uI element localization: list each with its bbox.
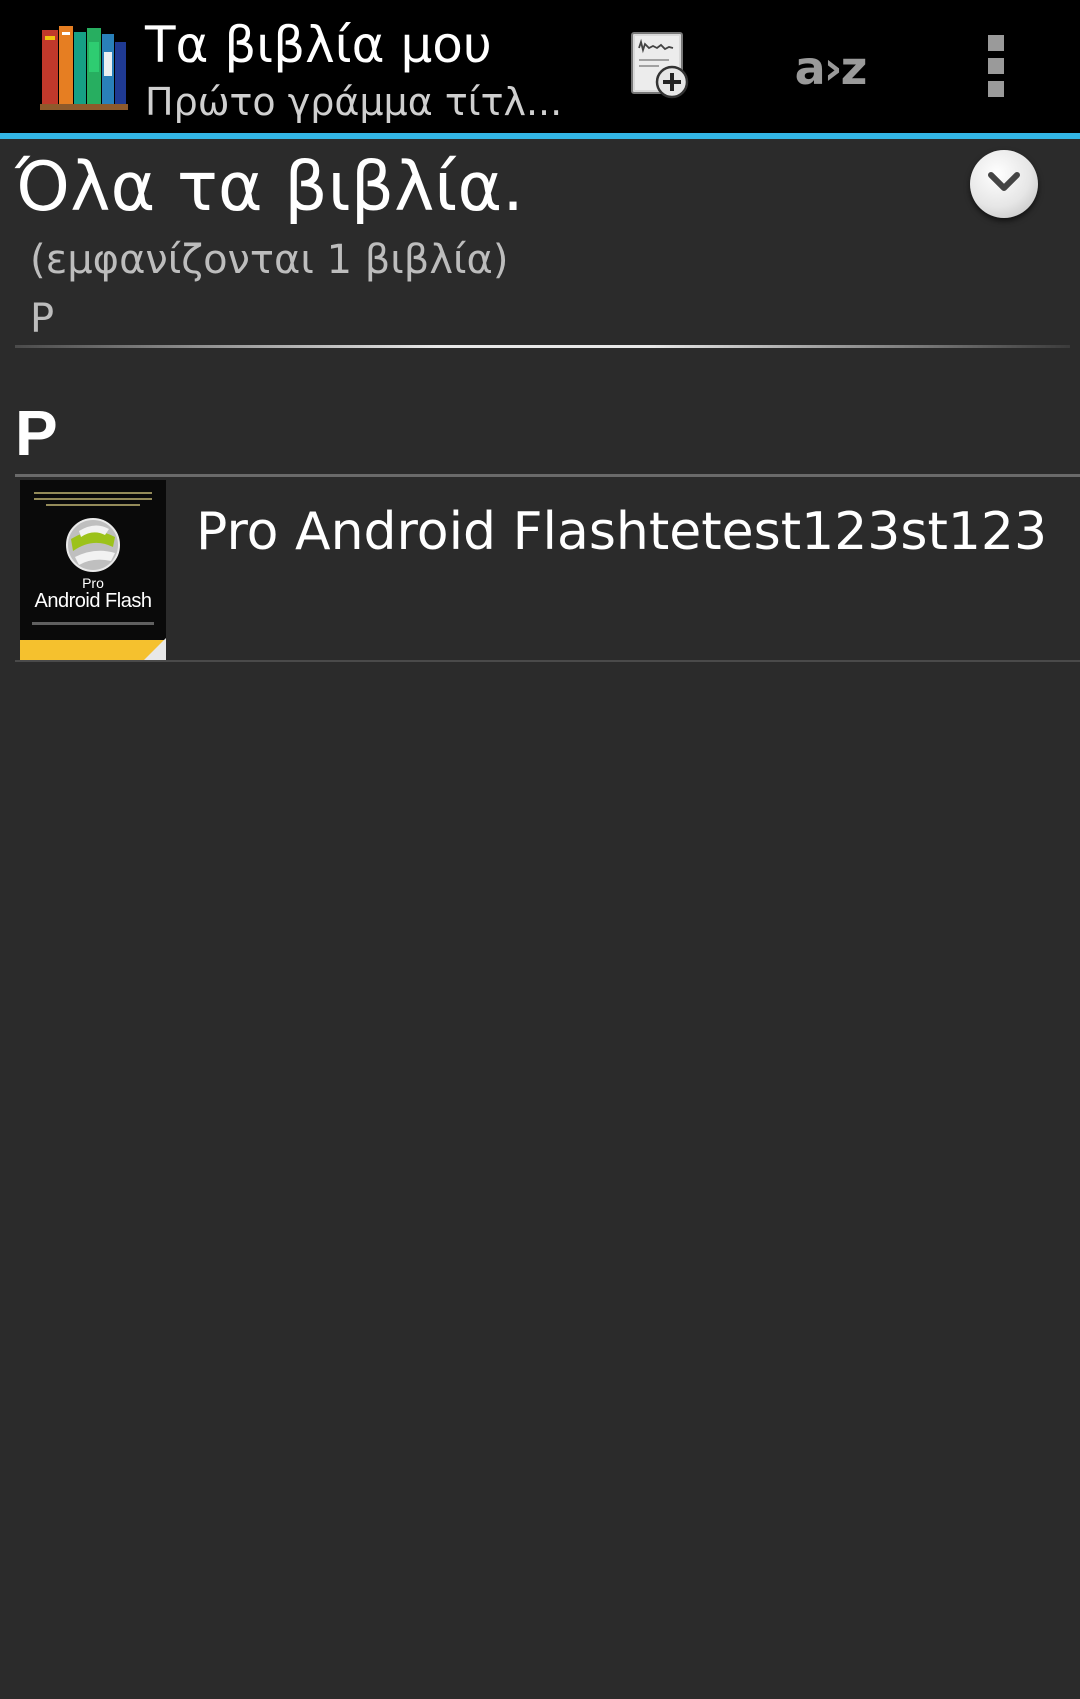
cover-page-curl (144, 638, 166, 660)
book-count: (εμφανίζονται 1 βιβλία) (30, 237, 509, 283)
action-bar-accent-line (0, 133, 1080, 139)
cover-small-text: Pro (82, 575, 104, 591)
cover-text-line (34, 492, 152, 494)
chevron-down-icon (987, 171, 1021, 198)
app-subtitle: Πρώτο γράμμα τίτλ... (145, 80, 563, 124)
section-header-letter: P (15, 397, 58, 469)
book-title: Pro Android Flashtetest123st123 (196, 502, 1048, 562)
book-cover-thumbnail: Pro Android Flash (20, 480, 166, 660)
flash-sphere-logo (65, 517, 121, 573)
library-heading: Όλα τα βιβλία. (15, 148, 524, 227)
expand-button[interactable] (970, 150, 1038, 218)
add-book-button[interactable] (620, 18, 700, 118)
sort-button[interactable]: a›z (780, 18, 880, 118)
app-title: Τα βιβλία μου (145, 16, 492, 74)
cover-text-line (46, 504, 140, 506)
overflow-menu-button[interactable] (960, 18, 1032, 118)
add-book-icon (629, 30, 691, 107)
action-bar: Τα βιβλία μου Πρώτο γράμμα τίτλ... a›z (0, 0, 1080, 133)
header-divider (15, 345, 1070, 348)
book-list-item[interactable]: Pro Android Flash Pro Android Flashtetes… (15, 477, 1080, 660)
sort-label: a›z (794, 41, 868, 95)
bookshelf-icon[interactable] (40, 22, 128, 112)
list-item-divider (15, 660, 1080, 662)
cover-authors-line (32, 622, 154, 625)
cover-title: Android Flash (34, 590, 152, 612)
cover-text-line (34, 498, 152, 500)
filter-letter: P (30, 296, 55, 342)
overflow-menu-icon (986, 33, 1006, 104)
